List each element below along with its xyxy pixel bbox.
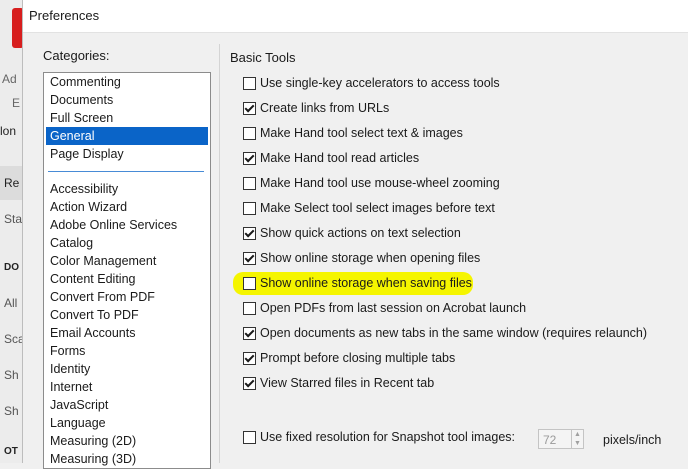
category-item-javascript[interactable]: JavaScript <box>46 396 208 414</box>
category-item-convert-to-pdf[interactable]: Convert To PDF <box>46 306 208 324</box>
category-item-internet[interactable]: Internet <box>46 378 208 396</box>
option-make-hand-tool-read-articles[interactable]: Make Hand tool read articles <box>243 149 419 167</box>
snapshot-label: Use fixed resolution for Snapshot tool i… <box>260 430 515 444</box>
category-item-content-editing[interactable]: Content Editing <box>46 270 208 288</box>
background-app: Ad E lon Re Sta DO All Sca Sh Sh OT <box>0 0 25 463</box>
option-label: Use single-key accelerators to access to… <box>260 76 500 90</box>
option-label: Make Hand tool select text & images <box>260 126 463 140</box>
option-label: Show quick actions on text selection <box>260 226 461 240</box>
spin-down-icon[interactable]: ▼ <box>572 439 583 448</box>
option-create-links-from-urls[interactable]: Create links from URLs <box>243 99 389 117</box>
option-label: Make Hand tool use mouse-wheel zooming <box>260 176 500 190</box>
categories-divider <box>48 171 204 172</box>
resolution-input[interactable]: 72 <box>538 429 572 449</box>
background-text: DO <box>4 262 19 273</box>
option-prompt-before-closing-multiple-tabs[interactable]: Prompt before closing multiple tabs <box>243 349 455 367</box>
option-label: View Starred files in Recent tab <box>260 376 435 390</box>
option-checkbox[interactable] <box>243 276 256 290</box>
category-item-email-accounts[interactable]: Email Accounts <box>46 324 208 342</box>
title-bar[interactable]: Preferences <box>23 0 688 33</box>
background-text: Sta <box>4 212 23 226</box>
categories-top-group: Commenting Documents Full Screen General Pag… <box>44 73 210 163</box>
option-show-online-storage-when-saving-files[interactable]: Show online storage when saving files <box>243 274 472 292</box>
option-checkbox[interactable] <box>243 101 256 115</box>
option-checkbox[interactable] <box>243 151 256 165</box>
category-item-commenting[interactable]: Commenting <box>46 73 208 91</box>
option-view-starred-files-in-recent-tab[interactable]: View Starred files in Recent tab <box>243 374 434 392</box>
category-item-accessibility[interactable]: Accessibility <box>46 180 208 198</box>
background-text: Ad <box>2 72 17 86</box>
category-item-measuring-3d[interactable]: Measuring (3D) <box>46 450 208 468</box>
snapshot-checkbox[interactable] <box>243 430 256 444</box>
category-item-language[interactable]: Language <box>46 414 208 432</box>
option-checkbox[interactable] <box>243 226 256 240</box>
option-show-online-storage-when-opening-files[interactable]: Show online storage when opening files <box>243 249 480 267</box>
option-label: Open PDFs from last session on Acrobat l… <box>260 301 527 315</box>
categories-all-group: Accessibility Action Wizard Adobe Online S… <box>44 180 210 468</box>
background-text: E <box>12 96 21 110</box>
option-label: Make Hand tool read articles <box>260 151 420 165</box>
category-item-full-screen[interactable]: Full Screen <box>46 109 208 127</box>
option-label: Open documents as new tabs in the same w… <box>260 326 648 340</box>
spin-up-icon[interactable]: ▲ <box>572 430 583 439</box>
option-label: Show online storage when saving files <box>260 276 472 290</box>
resolution-units: pixels/inch <box>603 433 662 447</box>
background-text: OT <box>4 446 18 457</box>
option-use-single-key-accelerators-to-access-tools[interactable]: Use single-key accelerators to access to… <box>243 74 500 92</box>
category-item-measuring-2d[interactable]: Measuring (2D) <box>46 432 208 450</box>
category-item-action-wizard[interactable]: Action Wizard <box>46 198 208 216</box>
background-text: lon <box>0 124 17 138</box>
option-checkbox[interactable] <box>243 376 256 390</box>
option-checkbox[interactable] <box>243 126 256 140</box>
option-checkbox[interactable] <box>243 201 256 215</box>
option-make-hand-tool-select-text-images[interactable]: Make Hand tool select text & images <box>243 124 463 142</box>
option-show-quick-actions-on-text-selection[interactable]: Show quick actions on text selection <box>243 224 461 242</box>
option-open-documents-as-new-tabs-in-the-same-window-requires-relaunch[interactable]: Open documents as new tabs in the same w… <box>243 324 647 342</box>
snapshot-option[interactable]: Use fixed resolution for Snapshot tool i… <box>243 430 515 444</box>
resolution-spinner[interactable]: ▲ ▼ <box>572 429 584 449</box>
option-make-hand-tool-use-mouse-wheel-zooming[interactable]: Make Hand tool use mouse-wheel zooming <box>243 174 500 192</box>
option-checkbox[interactable] <box>243 76 256 90</box>
categories-label: Categories: <box>43 48 110 63</box>
option-label: Show online storage when opening files <box>260 251 481 265</box>
option-checkbox[interactable] <box>243 301 256 315</box>
category-item-page-display[interactable]: Page Display <box>46 145 208 163</box>
option-label: Create links from URLs <box>260 101 390 115</box>
basic-tools-title: Basic Tools <box>230 50 296 65</box>
option-checkbox[interactable] <box>243 251 256 265</box>
background-text: Re <box>4 176 20 190</box>
panel-divider <box>219 44 220 463</box>
background-text: Sh <box>4 368 19 382</box>
option-checkbox[interactable] <box>243 326 256 340</box>
preferences-dialog: Preferences Categories: Commenting Docume… <box>22 0 688 469</box>
window-title: Preferences <box>29 8 100 23</box>
background-text: All <box>4 296 18 310</box>
category-item-identity[interactable]: Identity <box>46 360 208 378</box>
option-checkbox[interactable] <box>243 351 256 365</box>
category-item-convert-from-pdf[interactable]: Convert From PDF <box>46 288 208 306</box>
option-label: Make Select tool select images before te… <box>260 201 495 215</box>
category-item-catalog[interactable]: Catalog <box>46 234 208 252</box>
category-item-documents[interactable]: Documents <box>46 91 208 109</box>
categories-list[interactable]: Commenting Documents Full Screen General Pag… <box>43 72 211 469</box>
background-text: Sh <box>4 404 19 418</box>
option-make-select-tool-select-images-before-text[interactable]: Make Select tool select images before te… <box>243 199 495 217</box>
option-checkbox[interactable] <box>243 176 256 190</box>
category-item-general[interactable]: General <box>46 127 208 145</box>
option-label: Prompt before closing multiple tabs <box>260 351 456 365</box>
category-item-adobe-online-services[interactable]: Adobe Online Services <box>46 216 208 234</box>
option-open-pdfs-from-last-session-on-acrobat-launch[interactable]: Open PDFs from last session on Acrobat l… <box>243 299 526 317</box>
category-item-forms[interactable]: Forms <box>46 342 208 360</box>
category-item-color-management[interactable]: Color Management <box>46 252 208 270</box>
